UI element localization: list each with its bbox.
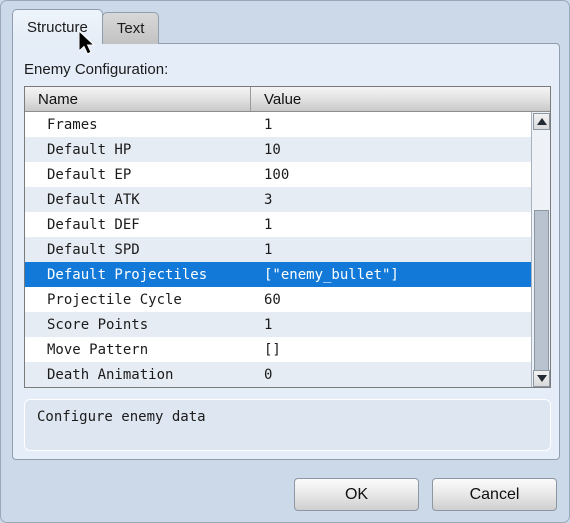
cell-name: Frames <box>47 116 98 133</box>
ok-button-label: OK <box>344 485 369 503</box>
table-body: Frames 1 Default HP 10 Default EP 100 De… <box>25 112 550 387</box>
cell-name: Default DEF <box>47 216 140 233</box>
column-header-name[interactable]: Name <box>25 87 251 111</box>
cell-name: Default SPD <box>47 241 140 258</box>
cell-value[interactable]: 60 <box>251 287 550 312</box>
tab-text-label: Text <box>116 20 145 37</box>
cell-name: Projectile Cycle <box>47 291 182 308</box>
enemy-configuration-dialog: Structure Text Enemy Configuration: Name… <box>0 0 570 523</box>
table-row[interactable]: Default DEF 1 <box>25 212 550 237</box>
cell-name: Move Pattern <box>47 341 149 358</box>
cell-name: Death Animation <box>47 366 174 383</box>
table-row[interactable]: Score Points 1 <box>25 312 550 337</box>
cell-name: Score Points <box>47 316 149 333</box>
tab-structure[interactable]: Structure <box>12 9 103 44</box>
tab-text[interactable]: Text <box>101 12 160 44</box>
table-row[interactable]: Default HP 10 <box>25 137 550 162</box>
table-row[interactable]: Default ATK 3 <box>25 187 550 212</box>
table-row[interactable]: Frames 1 <box>25 112 550 137</box>
scroll-up-button[interactable] <box>533 113 550 130</box>
cell-value[interactable]: 1 <box>251 112 550 137</box>
enemy-properties-table: Name Value Frames 1 Default HP 10 Defaul… <box>24 86 551 388</box>
section-label: Enemy Configuration: <box>24 61 169 78</box>
cell-value[interactable]: 0 <box>251 362 550 387</box>
cell-name: Default ATK <box>47 191 140 208</box>
dialog-footer: OK Cancel <box>294 478 557 511</box>
cell-value[interactable]: [] <box>251 337 550 362</box>
table-row[interactable]: Move Pattern [] <box>25 337 550 362</box>
ok-button[interactable]: OK <box>294 478 419 511</box>
table-row[interactable]: Projectile Cycle 60 <box>25 287 550 312</box>
triangle-down-icon <box>536 375 547 382</box>
cancel-button[interactable]: Cancel <box>432 478 557 511</box>
scrollbar-thumb[interactable] <box>534 210 549 387</box>
column-header-value[interactable]: Value <box>251 87 550 111</box>
cancel-button-label: Cancel <box>469 485 520 503</box>
description-panel: Configure enemy data <box>24 399 551 451</box>
cell-value[interactable]: 1 <box>251 237 550 262</box>
table-row[interactable]: Death Animation 0 <box>25 362 550 387</box>
tab-structure-label: Structure <box>27 18 88 36</box>
cell-name: Default Projectiles <box>47 266 208 283</box>
cell-value[interactable]: ["enemy_bullet"] <box>251 262 550 287</box>
cell-name: Default HP <box>47 141 132 158</box>
tab-strip: Structure Text <box>12 9 160 44</box>
cell-value[interactable]: 1 <box>251 212 550 237</box>
scroll-down-button[interactable] <box>533 370 550 387</box>
cell-value[interactable]: 3 <box>251 187 550 212</box>
cell-name: Default EP <box>47 166 132 183</box>
table-vertical-scrollbar[interactable] <box>531 112 550 387</box>
cell-value[interactable]: 10 <box>251 137 550 162</box>
triangle-up-icon <box>536 118 547 125</box>
table-header-row: Name Value <box>25 87 550 112</box>
tab-page-structure: Enemy Configuration: Name Value Frames 1… <box>12 43 560 460</box>
cell-value[interactable]: 100 <box>251 162 550 187</box>
description-text: Configure enemy data <box>37 409 206 425</box>
table-row-selected[interactable]: Default Projectiles ["enemy_bullet"] <box>25 262 550 287</box>
table-row[interactable]: Default EP 100 <box>25 162 550 187</box>
table-row[interactable]: Default SPD 1 <box>25 237 550 262</box>
cell-value[interactable]: 1 <box>251 312 550 337</box>
